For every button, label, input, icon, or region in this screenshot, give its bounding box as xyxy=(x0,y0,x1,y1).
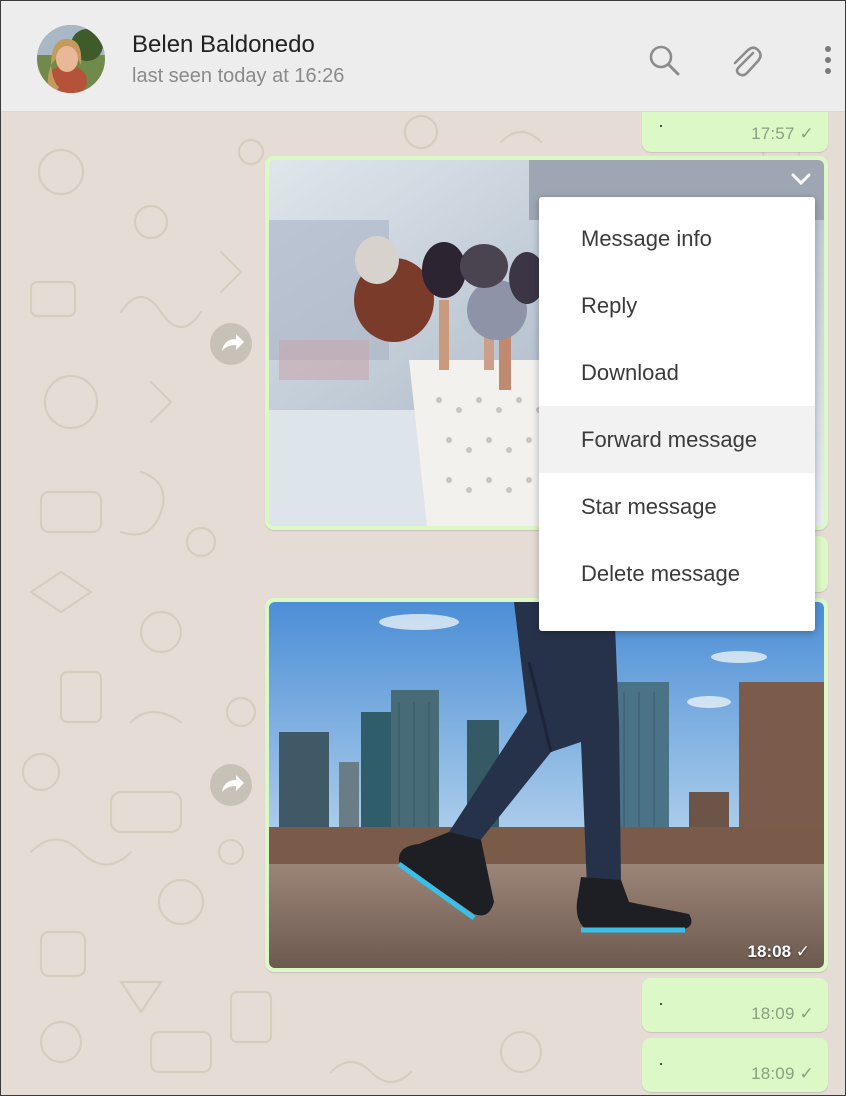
message-bubble[interactable]: · 18:09 ✓ xyxy=(642,1038,828,1092)
message-bubble[interactable]: · 18:09 ✓ xyxy=(642,978,828,1032)
forward-button[interactable] xyxy=(210,764,252,806)
message-timestamp: 18:09 ✓ xyxy=(751,1004,814,1023)
message-timestamp: 18:09 ✓ xyxy=(751,1064,814,1083)
menu-item-message-info[interactable]: Message info xyxy=(539,205,815,272)
message-text: · xyxy=(658,115,664,135)
menu-item-forward-message[interactable]: Forward message xyxy=(539,406,815,473)
forward-button[interactable] xyxy=(210,323,252,365)
forward-arrow-icon xyxy=(222,775,244,792)
message-timestamp: 17:57 ✓ xyxy=(751,124,814,143)
message-bubble[interactable]: · 17:57 ✓ xyxy=(642,112,828,152)
menu-icon[interactable] xyxy=(813,41,843,81)
contact-status: last seen today at 16:26 xyxy=(132,65,345,87)
chevron-down-icon[interactable] xyxy=(786,164,816,194)
attach-icon[interactable] xyxy=(725,41,765,81)
menu-item-download[interactable]: Download xyxy=(539,339,815,406)
menu-item-star-message[interactable]: Star message xyxy=(539,473,815,540)
menu-item-delete-message[interactable]: Delete message xyxy=(539,540,815,607)
forward-arrow-icon xyxy=(222,334,244,351)
image-message[interactable]: 18:08 ✓ xyxy=(265,598,828,972)
chat-window: Belen Baldonedo last seen today at 16:26 xyxy=(0,0,846,1096)
contact-name[interactable]: Belen Baldonedo xyxy=(132,31,315,59)
chat-header: Belen Baldonedo last seen today at 16:26 xyxy=(1,1,845,112)
message-timestamp: 18:08 ✓ xyxy=(747,942,810,961)
search-icon[interactable] xyxy=(645,41,685,81)
city-shoes-photo[interactable] xyxy=(269,602,824,968)
avatar[interactable] xyxy=(37,25,105,93)
message-text: · xyxy=(658,993,664,1013)
message-text: · xyxy=(658,1053,664,1073)
menu-item-reply[interactable]: Reply xyxy=(539,272,815,339)
message-context-menu: Message info Reply Download Forward mess… xyxy=(539,197,815,631)
